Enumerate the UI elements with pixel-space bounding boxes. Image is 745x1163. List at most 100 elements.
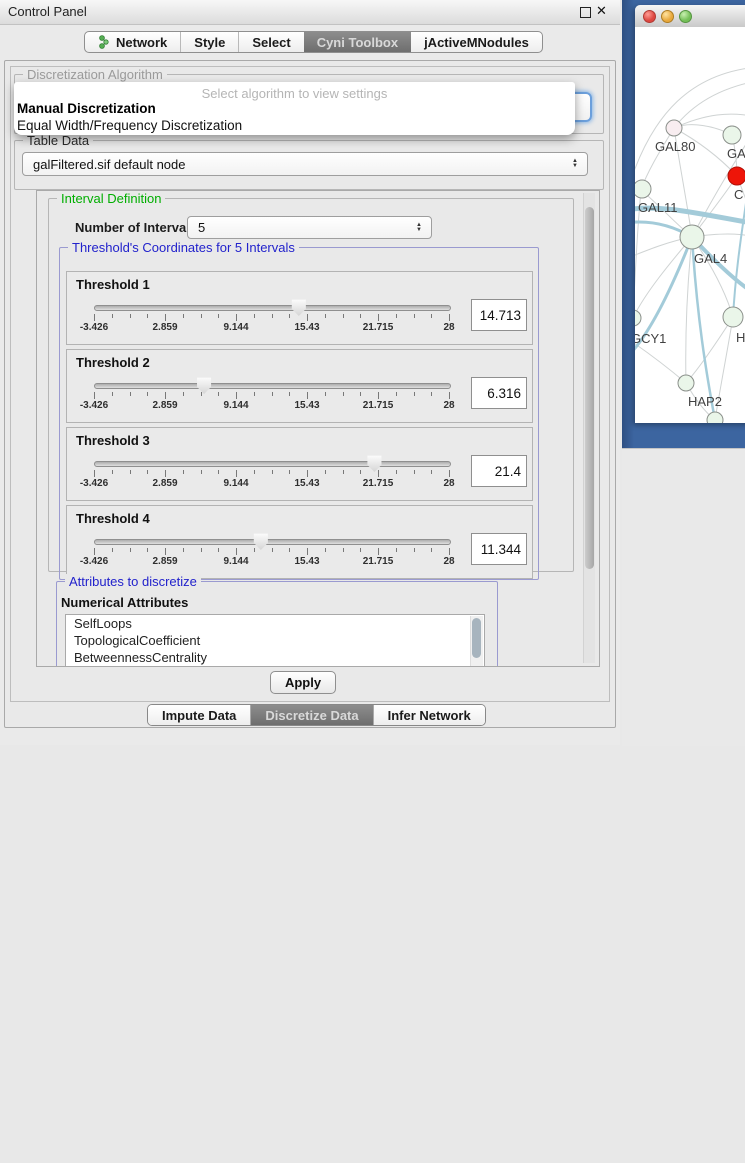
network-edge[interactable] — [686, 237, 692, 383]
spinner-icon: ▲▼ — [416, 223, 422, 233]
tab-select[interactable]: Select — [238, 32, 303, 52]
attribute-list-item[interactable]: BetweennessCentrality — [66, 649, 484, 666]
network-node[interactable] — [723, 126, 741, 144]
tick-mark — [147, 548, 148, 552]
node-label: C — [734, 187, 743, 202]
settings-vertical-scrollbar[interactable] — [583, 193, 595, 663]
tick-mark — [165, 548, 166, 555]
tick-mark — [201, 470, 202, 474]
network-node[interactable] — [680, 225, 704, 249]
tick-mark — [165, 470, 166, 477]
table-data-combobox[interactable]: galFiltered.sif default node ▲▼ — [22, 152, 588, 176]
tick-mark — [360, 314, 361, 318]
tick-label: 15.43 — [294, 478, 319, 489]
network-window-titlebar — [635, 5, 745, 28]
attribute-list-item[interactable]: SelfLoops — [66, 615, 484, 632]
number-of-intervals-combobox[interactable]: 5 ▲▼ — [187, 216, 432, 239]
network-edge[interactable] — [635, 237, 692, 318]
network-node[interactable] — [666, 120, 682, 136]
dropdown-option-equal-width-frequency[interactable]: Equal Width/Frequency Discretization — [17, 118, 242, 133]
tab-network[interactable]: Network — [85, 32, 180, 52]
tick-mark — [112, 548, 113, 552]
group-title: Discretization Algorithm — [23, 67, 167, 82]
tick-mark — [94, 392, 95, 399]
tick-mark — [289, 314, 290, 318]
network-node[interactable] — [635, 310, 641, 326]
network-canvas[interactable]: GAL80GACGAL11GAL4GCY1HHAP2 — [635, 27, 745, 423]
threshold-value-field[interactable] — [471, 533, 527, 565]
threshold-box: Threshold 4 -3.4262.8599.14415.4321.7152… — [66, 505, 533, 579]
tab-discretize-data[interactable]: Discretize Data — [250, 705, 372, 725]
tick-mark — [289, 470, 290, 474]
network-node[interactable] — [678, 375, 694, 391]
float-window-icon[interactable] — [580, 7, 591, 18]
network-edge[interactable] — [674, 81, 745, 128]
tick-mark — [307, 470, 308, 477]
tick-mark — [414, 470, 415, 474]
node-label: HAP2 — [688, 394, 722, 409]
dropdown-option-manual-discretization[interactable]: Manual Discretization — [17, 101, 156, 116]
number-of-intervals-label: Number of Intervals — [75, 220, 197, 235]
network-node[interactable] — [635, 180, 651, 198]
tick-mark — [183, 392, 184, 396]
tick-mark — [94, 548, 95, 555]
tick-mark — [414, 392, 415, 396]
mac-close-icon[interactable] — [643, 10, 656, 23]
tab-infer-network[interactable]: Infer Network — [373, 705, 485, 725]
tick-mark — [272, 470, 273, 474]
tick-mark — [431, 314, 432, 318]
tab-cyni-toolbox[interactable]: Cyni Toolbox — [304, 32, 411, 52]
threshold-value-field[interactable] — [471, 455, 527, 487]
slider-track[interactable] — [94, 383, 451, 389]
attributes-scrollbar[interactable] — [470, 616, 483, 667]
network-edge[interactable] — [686, 317, 733, 383]
apply-button[interactable]: Apply — [270, 671, 336, 694]
slider-ticks — [94, 392, 449, 400]
tick-mark — [449, 314, 450, 321]
tick-label: -3.426 — [80, 556, 108, 567]
tick-mark — [165, 392, 166, 399]
threshold-value-field[interactable] — [471, 377, 527, 409]
tick-label: 2.859 — [152, 400, 177, 411]
threshold-label: Threshold 2 — [76, 355, 150, 370]
tick-mark — [183, 548, 184, 552]
mac-zoom-icon[interactable] — [679, 10, 692, 23]
tick-label: 28 — [443, 478, 454, 489]
node-label: H — [736, 330, 745, 345]
attribute-list-item[interactable]: TopologicalCoefficient — [66, 632, 484, 649]
tab-impute-data[interactable]: Impute Data — [148, 705, 250, 725]
slider-track[interactable] — [94, 461, 451, 467]
tick-mark — [183, 314, 184, 318]
tab-label: Network — [116, 35, 167, 50]
slider-ticks — [94, 548, 449, 556]
tick-label: 15.43 — [294, 400, 319, 411]
network-node[interactable] — [723, 307, 743, 327]
close-icon[interactable]: ✕ — [596, 3, 607, 19]
network-node[interactable] — [707, 412, 723, 423]
tick-mark — [112, 470, 113, 474]
tick-mark — [130, 392, 131, 396]
slider-track[interactable] — [94, 305, 451, 311]
tick-mark — [218, 392, 219, 396]
node-label: GA — [727, 146, 745, 161]
threshold-value-field[interactable] — [471, 299, 527, 331]
top-tab-bar: Network Style Select Cyni Toolbox jActiv… — [84, 31, 543, 53]
network-view-window[interactable]: GAL80GACGAL11GAL4GCY1HHAP2 — [635, 5, 745, 423]
tick-mark — [183, 470, 184, 474]
slider-track[interactable] — [94, 539, 451, 545]
tick-label: 15.43 — [294, 322, 319, 333]
network-node[interactable] — [728, 167, 745, 185]
tick-mark — [272, 314, 273, 318]
tick-mark — [218, 314, 219, 318]
tick-mark — [414, 314, 415, 318]
tick-mark — [343, 548, 344, 552]
threshold-box: Threshold 2 -3.4262.8599.14415.4321.7152… — [66, 349, 533, 423]
tick-label: 2.859 — [152, 478, 177, 489]
tick-mark — [307, 392, 308, 399]
tick-label: 9.144 — [223, 322, 248, 333]
tab-label: Cyni Toolbox — [317, 35, 398, 50]
mac-minimize-icon[interactable] — [661, 10, 674, 23]
tab-style[interactable]: Style — [180, 32, 238, 52]
tick-mark — [147, 392, 148, 396]
tab-jactivemnodules[interactable]: jActiveMNodules — [411, 32, 542, 52]
